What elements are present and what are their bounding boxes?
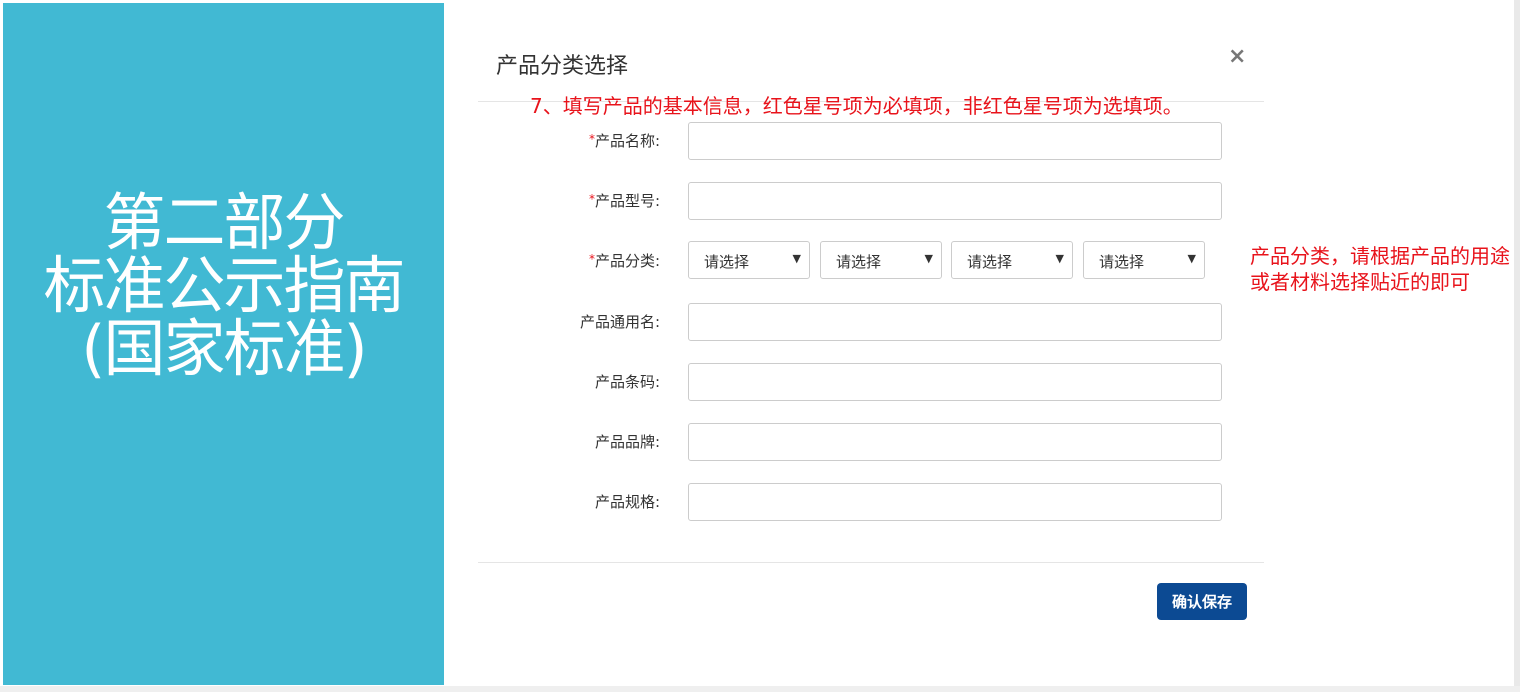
- product-category-label: *产品分类:: [500, 250, 660, 271]
- confirm-save-button[interactable]: 确认保存: [1157, 583, 1247, 620]
- required-mark: *: [588, 252, 595, 266]
- category-select-level-4[interactable]: 请选择 ▼: [1083, 241, 1205, 279]
- close-icon[interactable]: ×: [1228, 44, 1246, 69]
- section-title-line-1: 第二部分: [103, 186, 345, 259]
- spec-input[interactable]: [688, 483, 1222, 521]
- slide-right-edge: [1514, 0, 1520, 692]
- product-name-label: *产品名称:: [500, 130, 660, 151]
- footer-divider: [478, 562, 1264, 563]
- spec-label: 产品规格:: [594, 493, 660, 511]
- required-mark: *: [588, 132, 595, 146]
- instruction-annotation: 7、填写产品的基本信息，红色星号项为必填项，非红色星号项为选填项。: [530, 94, 1183, 118]
- product-model-label: *产品型号:: [500, 190, 660, 211]
- section-title-panel: 第二部分 标准公示指南 (国家标准): [3, 3, 444, 685]
- dropdown-arrow-icon: ▼: [1055, 252, 1064, 265]
- barcode-input[interactable]: [688, 363, 1222, 401]
- slide-bottom-edge: [0, 686, 1520, 692]
- select-value: 请选择: [1099, 253, 1145, 271]
- dropdown-arrow-icon: ▼: [924, 252, 933, 265]
- product-model-input[interactable]: [688, 182, 1222, 220]
- section-title-line-2: 标准公示指南: [43, 249, 405, 322]
- dropdown-arrow-icon: ▼: [792, 252, 801, 265]
- select-value: 请选择: [967, 253, 1013, 271]
- dropdown-arrow-icon: ▼: [1187, 252, 1196, 265]
- generic-name-label: 产品通用名:: [579, 313, 660, 331]
- brand-input[interactable]: [688, 423, 1222, 461]
- product-name-label-text: 产品名称:: [594, 132, 660, 150]
- product-name-input[interactable]: [688, 122, 1222, 160]
- dialog-title: 产品分类选择: [496, 54, 629, 79]
- generic-name-input[interactable]: [688, 303, 1222, 341]
- category-select-level-1[interactable]: 请选择 ▼: [688, 241, 810, 279]
- select-value: 请选择: [704, 253, 750, 271]
- section-title: 第二部分 标准公示指南 (国家标准): [3, 191, 444, 380]
- product-category-label-text: 产品分类:: [594, 252, 660, 270]
- category-select-level-2[interactable]: 请选择 ▼: [820, 241, 942, 279]
- required-mark: *: [588, 192, 595, 206]
- section-title-line-3: (国家标准): [81, 312, 367, 385]
- select-value: 请选择: [836, 253, 882, 271]
- category-select-level-3[interactable]: 请选择 ▼: [951, 241, 1073, 279]
- category-annotation: 产品分类，请根据产品的用途或者材料选择贴近的即可: [1250, 244, 1510, 294]
- barcode-label: 产品条码:: [594, 373, 660, 391]
- brand-label: 产品品牌:: [594, 433, 660, 451]
- product-model-label-text: 产品型号:: [594, 192, 660, 210]
